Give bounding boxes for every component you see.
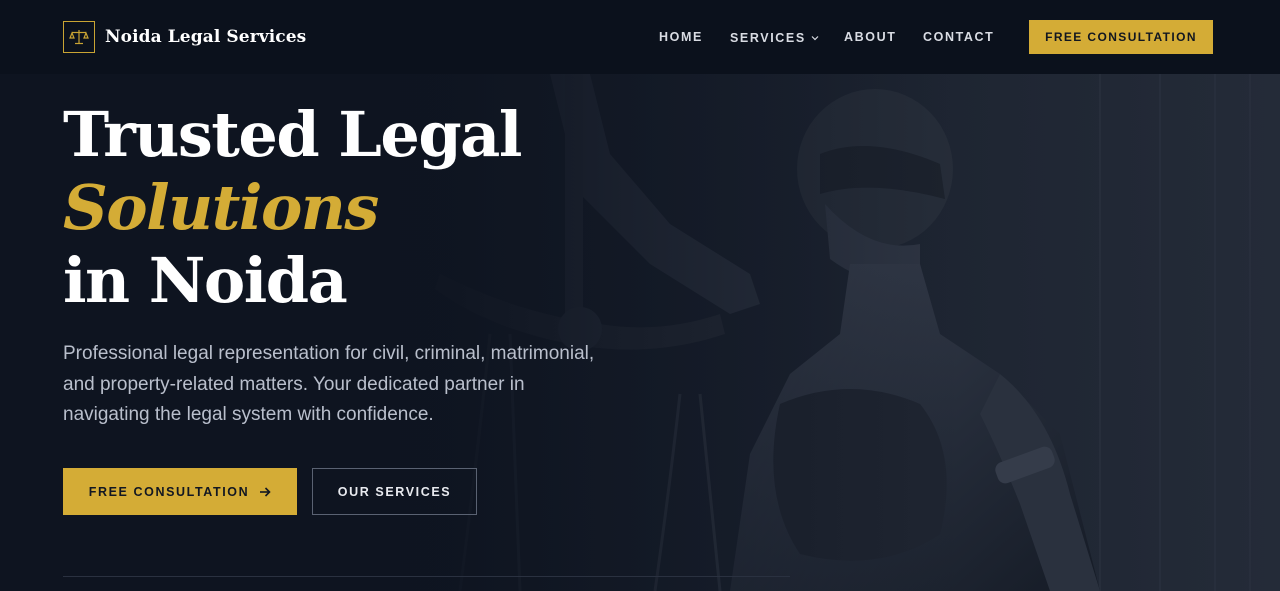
lady-justice-statue-image <box>400 74 1280 591</box>
site-header: Noida Legal Services HOME SERVICES ABOUT… <box>0 0 1280 74</box>
brand[interactable]: Noida Legal Services <box>63 20 306 54</box>
hero-title: Trusted Legal Solutions in Noida <box>63 98 522 317</box>
hero-description: Professional legal representation for ci… <box>63 343 595 425</box>
nav-services[interactable]: SERVICES <box>730 28 819 47</box>
nav-home[interactable]: HOME <box>659 28 703 46</box>
chevron-down-icon <box>811 28 819 46</box>
free-consultation-label: FREE CONSULTATION <box>88 484 250 499</box>
scales-of-justice-icon <box>63 21 95 53</box>
free-consultation-button[interactable]: FREE CONSULTATION <box>63 468 297 515</box>
nav-services-label: SERVICES <box>730 31 806 45</box>
hero-divider <box>63 576 790 577</box>
arrow-right-icon <box>259 486 271 497</box>
hero-title-line1: Trusted Legal <box>63 98 522 171</box>
page: Noida Legal Services HOME SERVICES ABOUT… <box>0 0 1280 591</box>
brand-name: Noida Legal Services <box>105 27 307 47</box>
our-services-button[interactable]: OUR SERVICES <box>312 468 477 515</box>
hero-title-line3: in Noida <box>63 244 348 317</box>
header-free-consultation-button[interactable]: FREE CONSULTATION <box>1029 20 1213 54</box>
nav-contact[interactable]: CONTACT <box>923 28 994 46</box>
hero-title-accent: Solutions <box>63 171 379 244</box>
nav-about[interactable]: ABOUT <box>844 28 896 46</box>
